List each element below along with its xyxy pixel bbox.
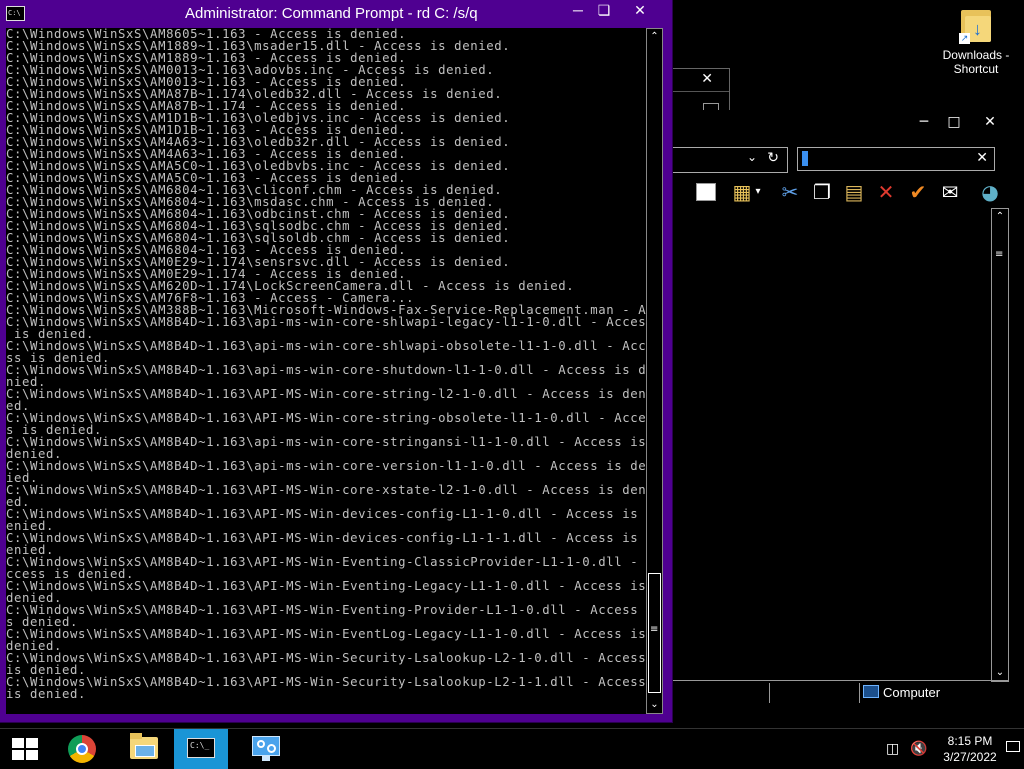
explorer-window[interactable]: ─ □ ✕ ⌄ ↻ ✕ ▦ ▾ ✂ ❐ ▤ ✕ ✔ ✉ ◕ ⌃ ≡ ⌄ Comp…: [672, 110, 1024, 705]
paste-icon[interactable]: ▤: [841, 178, 867, 206]
clock-date: 3/27/2022: [943, 750, 997, 764]
console-line: C:\Windows\WinSxS\AM8B4D~1.163\API-MS-Wi…: [6, 651, 646, 665]
globe-icon[interactable]: ◕: [977, 178, 1003, 206]
console-line: C:\Windows\WinSxS\AM8B4D~1.163\api-ms-wi…: [6, 315, 646, 329]
cmd-scrollbar[interactable]: ⌃ ≡ ⌄: [646, 28, 663, 714]
console-line: C:\Windows\WinSxS\AM8B4D~1.163\API-MS-Wi…: [6, 507, 646, 521]
copy-icon[interactable]: ❐: [809, 178, 835, 206]
scroll-thumb[interactable]: ≡: [648, 573, 661, 693]
clock[interactable]: 8:15 PM 3/27/2022: [940, 733, 1000, 765]
computer-icon: [863, 685, 879, 698]
taskbar-cmd-button[interactable]: C:\_: [174, 729, 228, 769]
minimize-button[interactable]: ─: [564, 0, 592, 20]
explorer-scrollbar[interactable]: ⌃ ≡ ⌄: [991, 208, 1009, 682]
maximize-button[interactable]: □: [939, 112, 969, 132]
cmd-titlebar[interactable]: C:\ Administrator: Command Prompt - rd C…: [0, 0, 672, 28]
taskbar-control-panel-button[interactable]: [238, 729, 292, 769]
delete-icon[interactable]: ✕: [873, 178, 899, 206]
explorer-content[interactable]: [673, 208, 1024, 678]
taskbar-file-explorer-button[interactable]: [116, 729, 170, 769]
scroll-down-icon[interactable]: ⌄: [647, 697, 662, 713]
status-location: Computer: [863, 685, 940, 700]
close-icon[interactable]: ✕: [701, 71, 713, 87]
chevron-down-icon[interactable]: ▾: [751, 178, 765, 206]
scroll-up-icon[interactable]: ⌃: [992, 209, 1008, 225]
console-line: C:\Windows\WinSxS\AM8B4D~1.163\API-MS-Wi…: [6, 483, 646, 497]
chrome-icon: [68, 735, 96, 763]
console-line: C:\Windows\WinSxS\AM8B4D~1.163\API-MS-Wi…: [6, 579, 646, 593]
console-line: C:\Windows\WinSxS\AM8B4D~1.163\API-MS-Wi…: [6, 531, 646, 545]
console-line: C:\Windows\WinSxS\AM8B4D~1.163\API-MS-Wi…: [6, 627, 646, 641]
notifications-icon[interactable]: [1006, 741, 1020, 752]
properties-check-icon[interactable]: ✔: [905, 178, 931, 206]
maximize-button[interactable]: ❏: [590, 0, 618, 20]
start-button[interactable]: [0, 729, 54, 769]
address-bar[interactable]: ⌄ ↻: [673, 147, 788, 173]
folder-shortcut-icon: ↓ ↗: [959, 6, 993, 44]
console-line: C:\Windows\WinSxS\AM8B4D~1.163\API-MS-Wi…: [6, 675, 646, 689]
taskbar: C:\_ ◫ 🔇 8:15 PM 3/27/2022: [0, 728, 1024, 769]
network-tray[interactable]: ◫: [886, 729, 904, 769]
console-line: C:\Windows\WinSxS\AM8B4D~1.163\API-MS-Wi…: [6, 603, 646, 617]
volume-tray[interactable]: 🔇: [910, 729, 928, 769]
close-button[interactable]: ✕: [626, 0, 654, 20]
status-location-label: Computer: [883, 685, 941, 700]
close-button[interactable]: ✕: [975, 112, 1005, 132]
explorer-statusbar: Computer: [673, 680, 1009, 705]
minimize-button[interactable]: ─: [909, 112, 939, 132]
console-line: C:\Windows\WinSxS\AM8B4D~1.163\api-ms-wi…: [6, 459, 646, 473]
console-output[interactable]: C:\Windows\WinSxS\AM8605~1.163 - Access …: [6, 28, 646, 714]
scroll-up-icon[interactable]: ⌃: [647, 29, 662, 45]
console-line: C:\Windows\WinSxS\AM8B4D~1.163\API-MS-Wi…: [6, 387, 646, 401]
refresh-icon[interactable]: ↻: [767, 150, 779, 166]
cut-icon[interactable]: ✂: [777, 178, 803, 206]
console-line: C:\Windows\WinSxS\AM8B4D~1.163\API-MS-Wi…: [6, 411, 646, 425]
text-cursor: [802, 151, 808, 166]
cmd-title: Administrator: Command Prompt - rd C: /s…: [185, 5, 478, 22]
console-line: is denied.: [6, 687, 87, 701]
search-input[interactable]: ✕: [797, 147, 995, 171]
console-line: C:\Windows\WinSxS\AM8B4D~1.163\api-ms-wi…: [6, 363, 646, 377]
background-window[interactable]: ✕: [672, 68, 730, 115]
console-text: C:\Windows\WinSxS\AM8605~1.163 - Access …: [6, 28, 646, 700]
clear-icon[interactable]: ✕: [976, 150, 988, 166]
chevron-down-icon[interactable]: ⌄: [747, 150, 757, 164]
clock-time: 8:15 PM: [947, 734, 993, 748]
windows-logo-icon: [12, 738, 38, 760]
scroll-down-icon[interactable]: ⌄: [992, 665, 1008, 681]
explorer-toolbar: ▦ ▾ ✂ ❐ ▤ ✕ ✔ ✉ ◕: [687, 178, 1017, 208]
taskbar-chrome-button[interactable]: [54, 729, 108, 769]
command-prompt-window[interactable]: C:\ Administrator: Command Prompt - rd C…: [0, 0, 672, 722]
control-panel-icon: [252, 736, 280, 762]
scroll-thumb[interactable]: ≡: [995, 249, 1005, 260]
console-line: C:\Windows\WinSxS\AM8B4D~1.163\api-ms-wi…: [6, 435, 646, 449]
email-icon[interactable]: ✉: [937, 178, 963, 206]
explorer-titlebar[interactable]: ─ □ ✕: [673, 110, 1024, 134]
file-explorer-icon: [130, 733, 158, 759]
downloads-shortcut-label: Downloads - Shortcut: [942, 48, 1010, 76]
layout-icon[interactable]: [693, 178, 719, 206]
network-icon[interactable]: ◫: [886, 741, 899, 757]
cmd-taskbar-icon: C:\_: [187, 738, 215, 758]
volume-muted-icon[interactable]: 🔇: [910, 741, 927, 757]
downloads-shortcut[interactable]: ↓ ↗ Downloads - Shortcut: [936, 6, 1016, 76]
cmd-app-icon[interactable]: C:\: [6, 6, 25, 21]
